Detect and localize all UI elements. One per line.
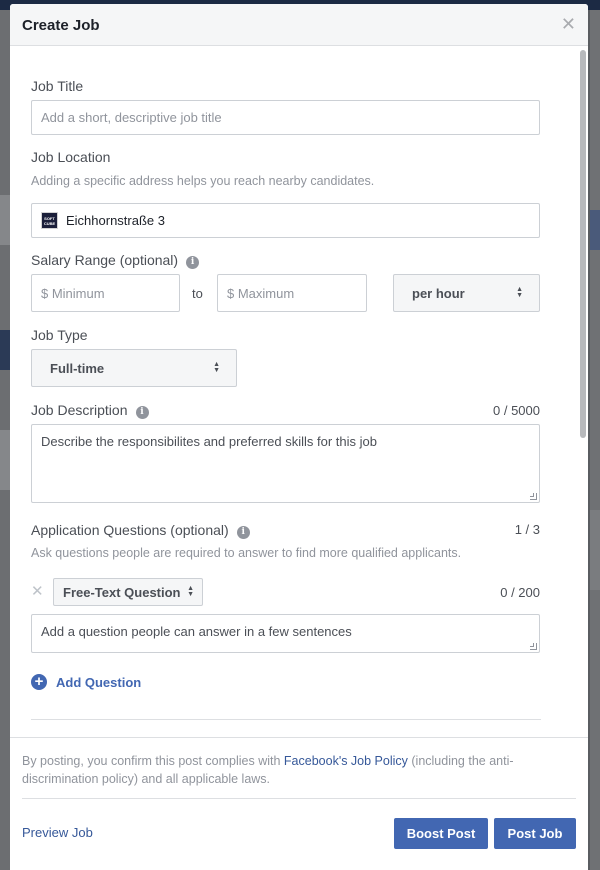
add-question-button[interactable]: + Add Question [31, 674, 141, 690]
add-question-label: Add Question [56, 674, 142, 690]
question-type-value: Free-Text Question [63, 584, 181, 600]
create-job-dialog: Create Job ✕ Job Title Add a short, desc… [10, 4, 588, 870]
question-counter: 0 / 200 [500, 585, 540, 600]
boost-post-button[interactable]: Boost Post [394, 818, 488, 849]
close-icon[interactable]: ✕ [561, 15, 576, 33]
sort-arrows-icon: ▲ ▼ [213, 361, 220, 374]
info-icon[interactable]: i [186, 256, 200, 269]
remove-question-icon[interactable]: ✕ [31, 582, 44, 600]
plus-circle-icon: + [31, 674, 47, 690]
salary-maximum-placeholder: $ Maximum [227, 285, 295, 301]
question-type-select[interactable]: Free-Text Question ▲ ▼ [53, 578, 203, 606]
job-policy-link[interactable]: Facebook's Job Policy [284, 754, 408, 768]
job-title-label: Job Title [31, 78, 84, 94]
job-location-value: Eichhornstraße 3 [66, 213, 165, 228]
dialog-footer: By posting, you confirm this post compli… [10, 737, 588, 870]
application-questions-label: Application Questions (optional) i [31, 522, 250, 539]
job-title-placeholder: Add a short, descriptive job title [41, 110, 222, 125]
resize-handle-icon[interactable] [530, 643, 537, 650]
info-icon[interactable]: i [236, 526, 250, 539]
job-type-select[interactable]: Full-time ▲ ▼ [31, 349, 237, 387]
policy-text: By posting, you confirm this post compli… [22, 754, 514, 786]
salary-maximum-input[interactable]: $ Maximum [217, 274, 367, 312]
dialog-title: Create Job [22, 17, 100, 34]
post-job-button[interactable]: Post Job [494, 818, 576, 849]
job-description-label: Job Description i [31, 402, 149, 419]
job-description-textarea[interactable]: Describe the responsibilites and preferr… [31, 424, 540, 503]
job-type-value: Full-time [50, 360, 105, 376]
job-description-counter: 0 / 5000 [493, 403, 540, 418]
salary-to-label: to [192, 286, 203, 301]
footer-divider [22, 798, 576, 799]
question-placeholder: Add a question people can answer in a fe… [41, 624, 352, 639]
section-divider [31, 719, 541, 720]
application-questions-help: Ask questions people are required to ans… [31, 546, 462, 560]
application-questions-counter: 1 / 3 [514, 522, 540, 537]
company-logo: SOFT CUBE [41, 212, 58, 229]
dialog-header: Create Job ✕ [10, 4, 588, 46]
job-location-label: Job Location [31, 149, 111, 165]
sort-arrows-icon: ▲ ▼ [516, 286, 523, 299]
job-location-help: Adding a specific address helps you reac… [31, 174, 375, 188]
question-textarea[interactable]: Add a question people can answer in a fe… [31, 614, 540, 653]
job-title-input[interactable]: Add a short, descriptive job title [31, 100, 540, 135]
job-type-label: Job Type [31, 327, 88, 343]
salary-range-label: Salary Range (optional) i [31, 252, 200, 269]
salary-minimum-placeholder: $ Minimum [41, 285, 105, 301]
salary-period-select[interactable]: per hour ▲ ▼ [393, 274, 540, 312]
scrollbar[interactable] [580, 50, 586, 438]
preview-job-link[interactable]: Preview Job [22, 825, 93, 840]
job-location-input[interactable]: SOFT CUBE Eichhornstraße 3 [31, 203, 540, 238]
job-description-placeholder: Describe the responsibilites and preferr… [41, 434, 377, 449]
resize-handle-icon[interactable] [530, 493, 537, 500]
sort-arrows-icon: ▲ ▼ [187, 585, 194, 598]
salary-minimum-input[interactable]: $ Minimum [31, 274, 180, 312]
salary-period-value: per hour [412, 285, 465, 301]
dialog-body: Job Title Add a short, descriptive job t… [10, 46, 588, 736]
info-icon[interactable]: i [135, 406, 149, 419]
background-right-edge [590, 10, 600, 870]
background-left-edge [0, 10, 10, 870]
